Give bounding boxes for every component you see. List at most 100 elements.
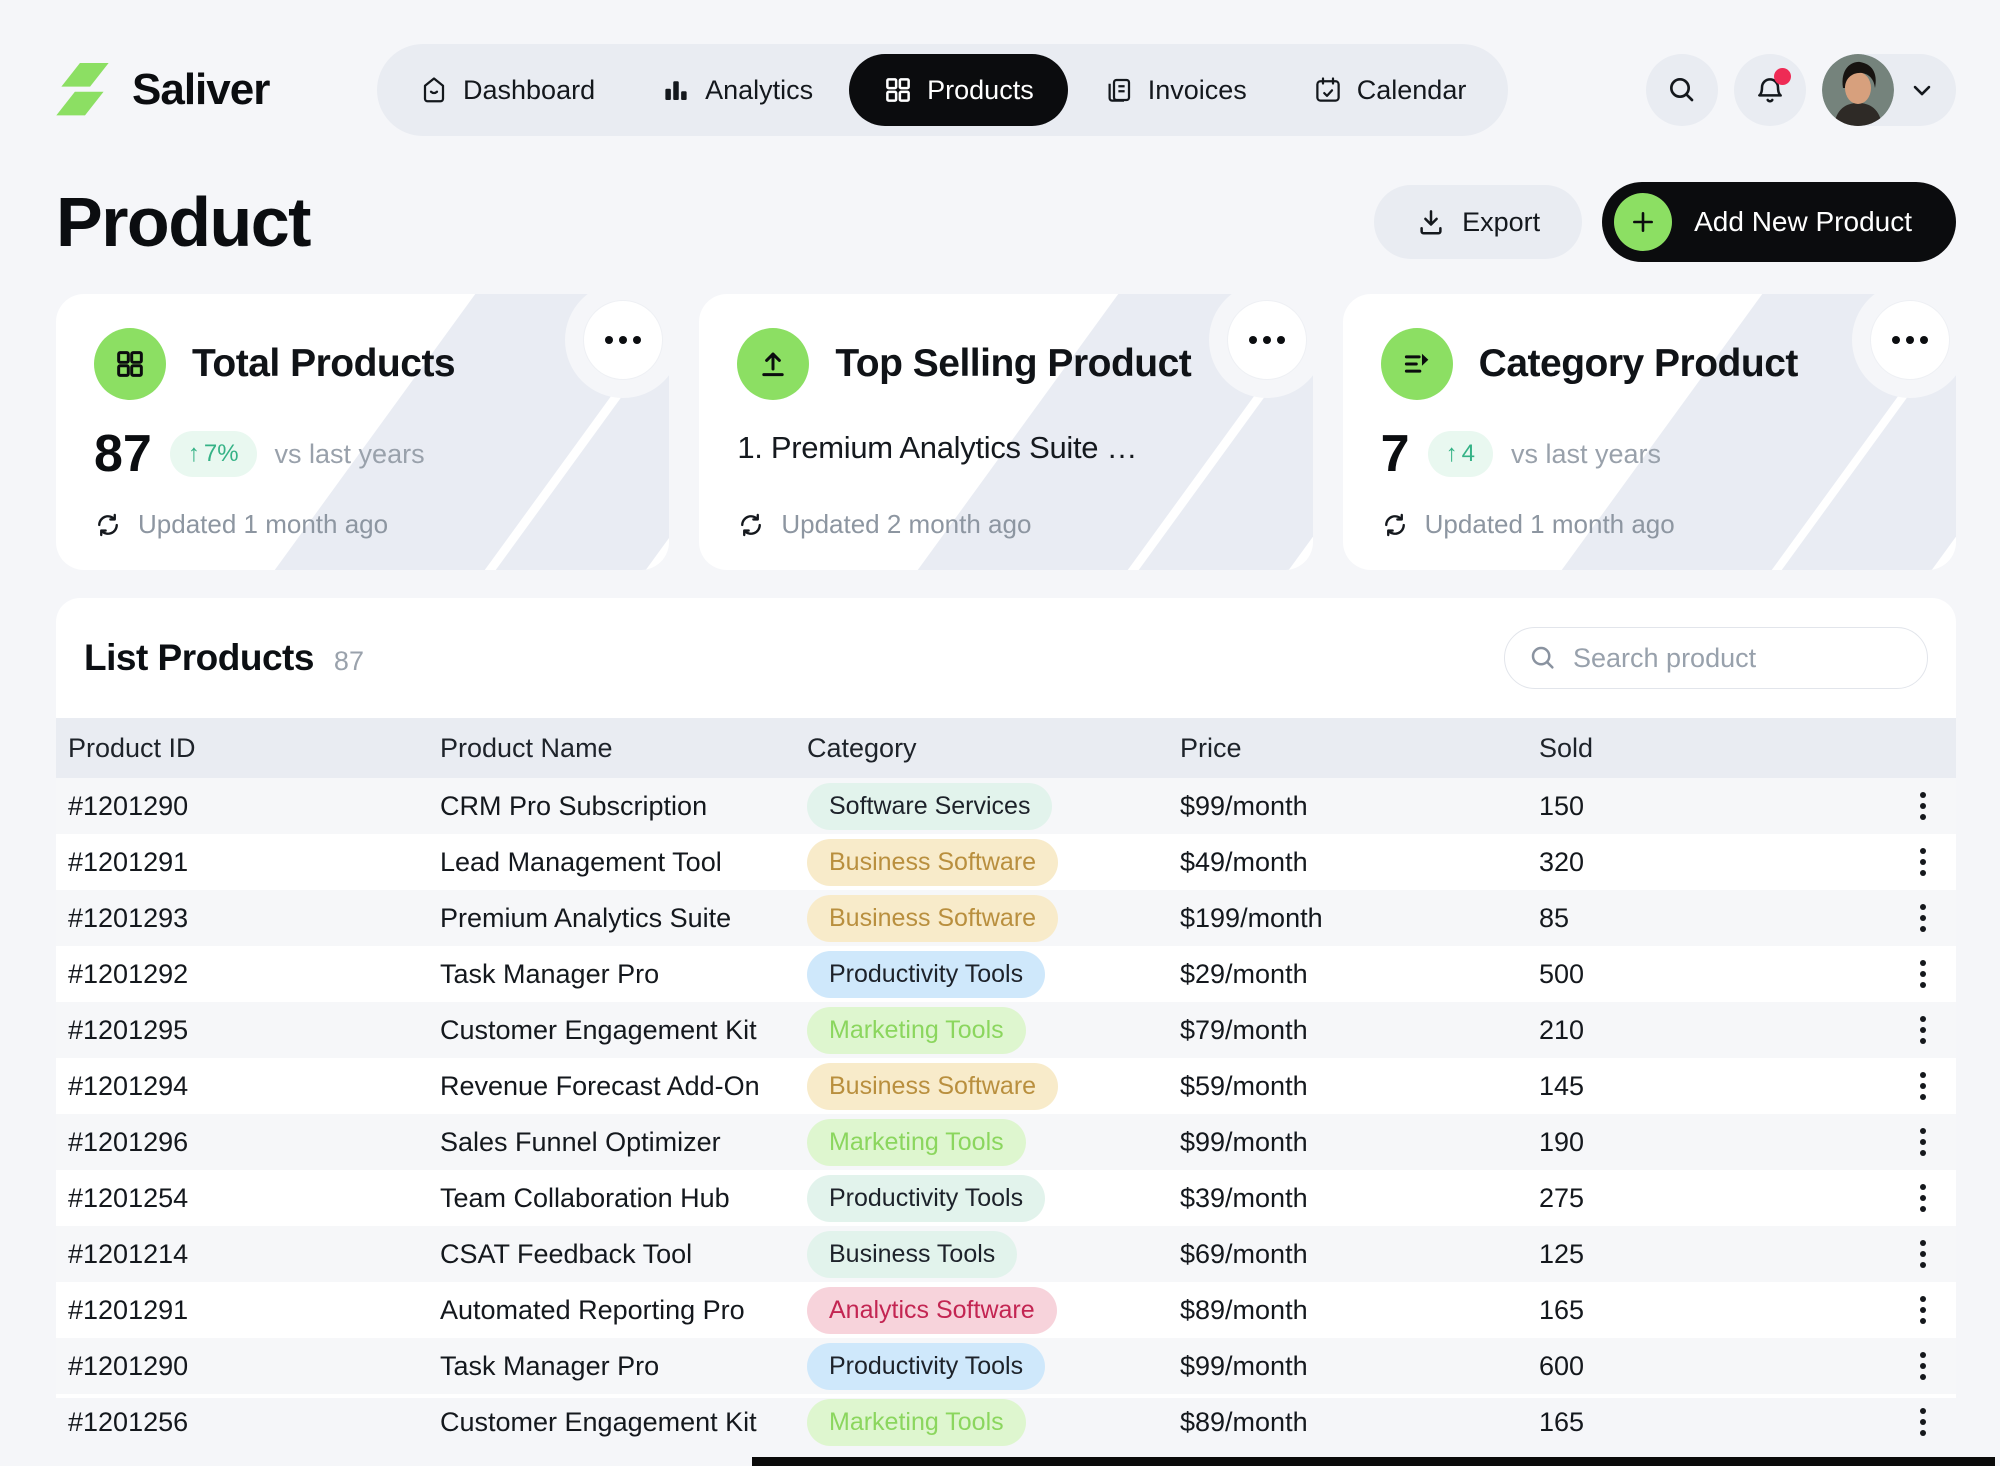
row-menu-button[interactable]: [1912, 1344, 1934, 1388]
export-button[interactable]: Export: [1374, 185, 1582, 259]
card-title: Total Products: [192, 342, 455, 386]
card-menu-button[interactable]: [1870, 300, 1950, 380]
product-price: $69/month: [1180, 1239, 1539, 1270]
download-icon: [1416, 207, 1446, 237]
refresh-icon: [94, 511, 122, 539]
category-badge: Productivity Tools: [807, 951, 1045, 998]
product-sold: 320: [1539, 847, 1886, 878]
product-name: Sales Funnel Optimizer: [440, 1127, 807, 1158]
nav-item-analytics[interactable]: Analytics: [631, 54, 843, 126]
product-id: #1201292: [68, 959, 440, 990]
product-sold: 165: [1539, 1407, 1886, 1438]
nav-item-invoices[interactable]: Invoices: [1074, 54, 1277, 126]
category-badge: Productivity Tools: [807, 1343, 1045, 1390]
table-count: 87: [334, 646, 364, 677]
top-selling-product-card: Top Selling Product 1. Premium Analytics…: [699, 294, 1312, 570]
product-id: #1201293: [68, 903, 440, 934]
card-value: 7: [1381, 424, 1410, 484]
row-menu-button[interactable]: [1912, 1232, 1934, 1276]
table-row: #1201294 Revenue Forecast Add-On Busines…: [56, 1058, 1956, 1114]
category-badge: Business Software: [807, 839, 1058, 886]
invoice-icon: [1104, 75, 1134, 105]
table-row: #1201214 CSAT Feedback Tool Business Too…: [56, 1226, 1956, 1282]
table-body: #1201290 CRM Pro Subscription Software S…: [56, 778, 1956, 1450]
updated-label: Updated 2 month ago: [781, 509, 1031, 540]
add-label: Add New Product: [1694, 206, 1912, 238]
total-products-card: Total Products 87 ↑ 7% vs last years Upd…: [56, 294, 669, 570]
header-actions: [1646, 54, 1956, 126]
product-price: $99/month: [1180, 791, 1539, 822]
product-sold: 85: [1539, 903, 1886, 934]
product-sold: 165: [1539, 1295, 1886, 1326]
top-selling-item: 1. Premium Analytics Suite …: [737, 430, 1274, 466]
row-menu-button[interactable]: [1912, 1176, 1934, 1220]
page-title: Product: [56, 182, 310, 262]
bar-chart-icon: [661, 75, 691, 105]
card-title: Category Product: [1479, 342, 1798, 386]
search-product-input[interactable]: [1504, 627, 1928, 689]
product-sold: 210: [1539, 1015, 1886, 1046]
table-row: #1201256 Customer Engagement Kit Marketi…: [56, 1394, 1956, 1450]
page-hero: Product Export Add New Product: [56, 182, 1956, 262]
product-id: #1201291: [68, 1295, 440, 1326]
product-name: Task Manager Pro: [440, 959, 807, 990]
card-menu-button[interactable]: [1227, 300, 1307, 380]
compare-label: vs last years: [1511, 439, 1661, 470]
row-menu-button[interactable]: [1912, 1008, 1934, 1052]
row-menu-button[interactable]: [1912, 1120, 1934, 1164]
card-menu-button[interactable]: [583, 300, 663, 380]
col-product-name: Product Name: [440, 733, 807, 764]
table-row: #1201296 Sales Funnel Optimizer Marketin…: [56, 1114, 1956, 1170]
row-menu-button[interactable]: [1912, 784, 1934, 828]
updated-label: Updated 1 month ago: [138, 509, 388, 540]
product-sold: 600: [1539, 1351, 1886, 1382]
top-header: Saliver Dashboard Analytics: [56, 44, 1956, 136]
brand-logo[interactable]: Saliver: [56, 63, 269, 117]
product-name: CRM Pro Subscription: [440, 791, 807, 822]
user-menu[interactable]: [1822, 54, 1956, 126]
stat-cards: Total Products 87 ↑ 7% vs last years Upd…: [56, 294, 1956, 570]
product-price: $79/month: [1180, 1015, 1539, 1046]
lightning-logo-icon: [56, 63, 114, 117]
product-id: #1201291: [68, 847, 440, 878]
nav-item-calendar[interactable]: Calendar: [1283, 54, 1497, 126]
upload-icon: [737, 328, 809, 400]
nav-label: Analytics: [705, 75, 813, 106]
search-button[interactable]: [1646, 54, 1718, 126]
product-name: Automated Reporting Pro: [440, 1295, 807, 1326]
product-sold: 145: [1539, 1071, 1886, 1102]
card-value: 87: [94, 424, 152, 484]
nav-item-products[interactable]: Products: [849, 54, 1068, 126]
category-badge: Marketing Tools: [807, 1119, 1026, 1166]
hero-actions: Export Add New Product: [1374, 182, 1956, 262]
row-menu-button[interactable]: [1912, 952, 1934, 996]
row-menu-button[interactable]: [1912, 896, 1934, 940]
table-row: #1201293 Premium Analytics Suite Busines…: [56, 890, 1956, 946]
row-menu-button[interactable]: [1912, 1288, 1934, 1332]
plus-icon: [1614, 193, 1672, 251]
product-sold: 150: [1539, 791, 1886, 822]
row-menu-button[interactable]: [1912, 1064, 1934, 1108]
nav-item-dashboard[interactable]: Dashboard: [389, 54, 625, 126]
table-row: #1201290 Task Manager Pro Productivity T…: [56, 1338, 1956, 1394]
category-badge: Business Tools: [807, 1231, 1017, 1278]
product-id: #1201290: [68, 791, 440, 822]
row-menu-button[interactable]: [1912, 840, 1934, 884]
table-search: [1504, 627, 1928, 689]
product-name: Revenue Forecast Add-On: [440, 1071, 807, 1102]
card-title: Top Selling Product: [835, 342, 1191, 386]
notifications-button[interactable]: [1734, 54, 1806, 126]
product-sold: 125: [1539, 1239, 1886, 1270]
product-name: CSAT Feedback Tool: [440, 1239, 807, 1270]
product-price: $99/month: [1180, 1127, 1539, 1158]
table-title: List Products: [84, 637, 314, 679]
add-new-product-button[interactable]: Add New Product: [1602, 182, 1956, 262]
product-price: $39/month: [1180, 1183, 1539, 1214]
brand-name: Saliver: [132, 65, 269, 115]
products-table-card: List Products 87 Product ID Product Name…: [56, 598, 1956, 1398]
product-name: Customer Engagement Kit: [440, 1015, 807, 1046]
col-sold: Sold: [1539, 733, 1886, 764]
product-sold: 500: [1539, 959, 1886, 990]
row-menu-button[interactable]: [1912, 1400, 1934, 1444]
product-id: #1201294: [68, 1071, 440, 1102]
